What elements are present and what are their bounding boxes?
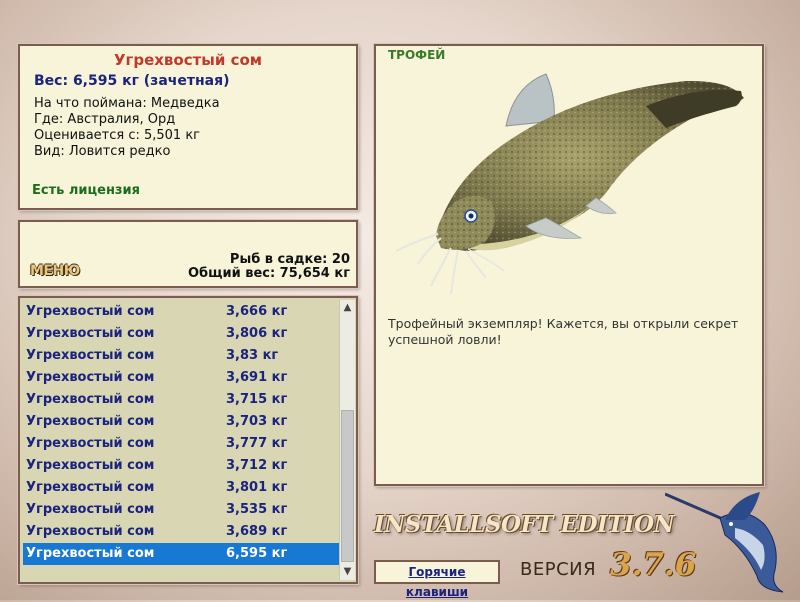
fish-value: Оценивается с: 5,501 кг [34, 128, 201, 143]
catch-fish-name: Угрехвостый сом [26, 326, 155, 341]
catch-list-row[interactable]: Угрехвостый сом 3,715 кг [23, 389, 341, 411]
catch-fish-weight: 3,801 кг [226, 480, 288, 495]
catch-fish-name: Угрехвостый сом [26, 370, 155, 385]
catch-fish-weight: 6,595 кг [226, 546, 288, 561]
trophy-label: ТРОФЕЙ [388, 48, 446, 62]
catch-fish-weight: 3,715 кг [226, 392, 288, 407]
list-scrollbar[interactable]: ▲ ▼ [339, 300, 355, 580]
catch-fish-name: Угрехвостый сом [26, 502, 155, 517]
fish-kind: Вид: Ловится редко [34, 144, 171, 159]
scroll-down-icon[interactable]: ▼ [340, 564, 355, 580]
scroll-thumb[interactable] [341, 410, 354, 562]
cage-count: Рыб в садке: 20 [229, 252, 350, 267]
catch-list-row[interactable]: Угрехвостый сом 3,712 кг [23, 455, 341, 477]
version-label: ВЕРСИЯ [520, 559, 597, 580]
catch-fish-weight: 3,712 кг [226, 458, 288, 473]
catch-list-row[interactable]: Угрехвостый сом 3,806 кг [23, 323, 341, 345]
catch-list-row[interactable]: Угрехвостый сом 3,535 кг [23, 499, 341, 521]
trophy-description: Трофейный экземпляр! Кажется, вы открыли… [388, 316, 739, 347]
catch-fish-weight: 3,703 кг [226, 414, 288, 429]
catch-list-row[interactable]: Угрехвостый сом 3,83 кг [23, 345, 341, 367]
catch-fish-name: Угрехвостый сом [26, 436, 155, 451]
catch-fish-name: Угрехвостый сом [26, 414, 155, 429]
cage-panel: МЕНЮ Рыб в садке: 20 Общий вес: 75,654 к… [18, 220, 358, 288]
hotkeys-button[interactable]: Горячие клавиши [374, 560, 500, 599]
license-status: Есть лицензия [32, 183, 140, 198]
catfish-image [396, 73, 744, 295]
catch-list-row[interactable]: Угрехвостый сом 3,689 кг [23, 521, 341, 543]
catch-list-row[interactable]: Угрехвостый сом 3,801 кг [23, 477, 341, 499]
catch-fish-weight: 3,535 кг [226, 502, 288, 517]
catch-fish-weight: 3,691 кг [226, 370, 288, 385]
catch-fish-name: Угрехвостый сом [26, 524, 155, 539]
fish-title: Угрехвостый сом [113, 51, 263, 69]
catch-list-row[interactable]: Угрехвостый сом 3,691 кг [23, 367, 341, 389]
fish-weight: Вес: 6,595 кг (зачетная) [34, 73, 230, 89]
catch-fish-weight: 3,806 кг [226, 326, 288, 341]
fish-info-panel: Угрехвостый сом Вес: 6,595 кг (зачетная)… [18, 44, 358, 210]
menu-button[interactable]: МЕНЮ [30, 263, 80, 279]
catch-list[interactable]: Угрехвостый сом 3,666 кг Угрехвостый сом 3,… [23, 301, 341, 565]
catch-list-panel[interactable]: Угрехвостый сом 3,666 кг Угрехвостый сом 3,… [18, 296, 358, 584]
catch-fish-weight: 3,83 кг [226, 348, 279, 363]
scroll-up-icon[interactable]: ▲ [340, 300, 355, 316]
catch-list-row[interactable]: Угрехвостый сом 3,777 кг [23, 433, 341, 455]
trophy-panel: ТРОФЕЙ Трофейный экземпляр! Кажется, вы … [374, 44, 764, 486]
catch-fish-name: Угрехвостый сом [26, 480, 155, 495]
catch-list-row[interactable]: Угрехвостый сом 6,595 кг [23, 543, 341, 565]
catch-fish-weight: 3,689 кг [226, 524, 288, 539]
brand-logo: INSTALLSOFT EDITION [374, 511, 675, 538]
fish-bait: На что поймана: Медведка [34, 96, 220, 111]
catch-list-row[interactable]: Угрехвостый сом 3,703 кг [23, 411, 341, 433]
catch-fish-name: Угрехвостый сом [26, 546, 155, 561]
catch-list-row[interactable]: Угрехвостый сом 3,666 кг [23, 301, 341, 323]
cage-total-weight: Общий вес: 75,654 кг [187, 266, 350, 281]
fish-location: Где: Австралия, Орд [34, 112, 176, 127]
catch-fish-name: Угрехвостый сом [26, 304, 155, 319]
marlin-icon [665, 492, 784, 593]
catch-fish-weight: 3,666 кг [226, 304, 288, 319]
catch-fish-name: Угрехвостый сом [26, 348, 155, 363]
catch-fish-name: Угрехвостый сом [26, 458, 155, 473]
catch-fish-name: Угрехвостый сом [26, 392, 155, 407]
catch-fish-weight: 3,777 кг [226, 436, 288, 451]
